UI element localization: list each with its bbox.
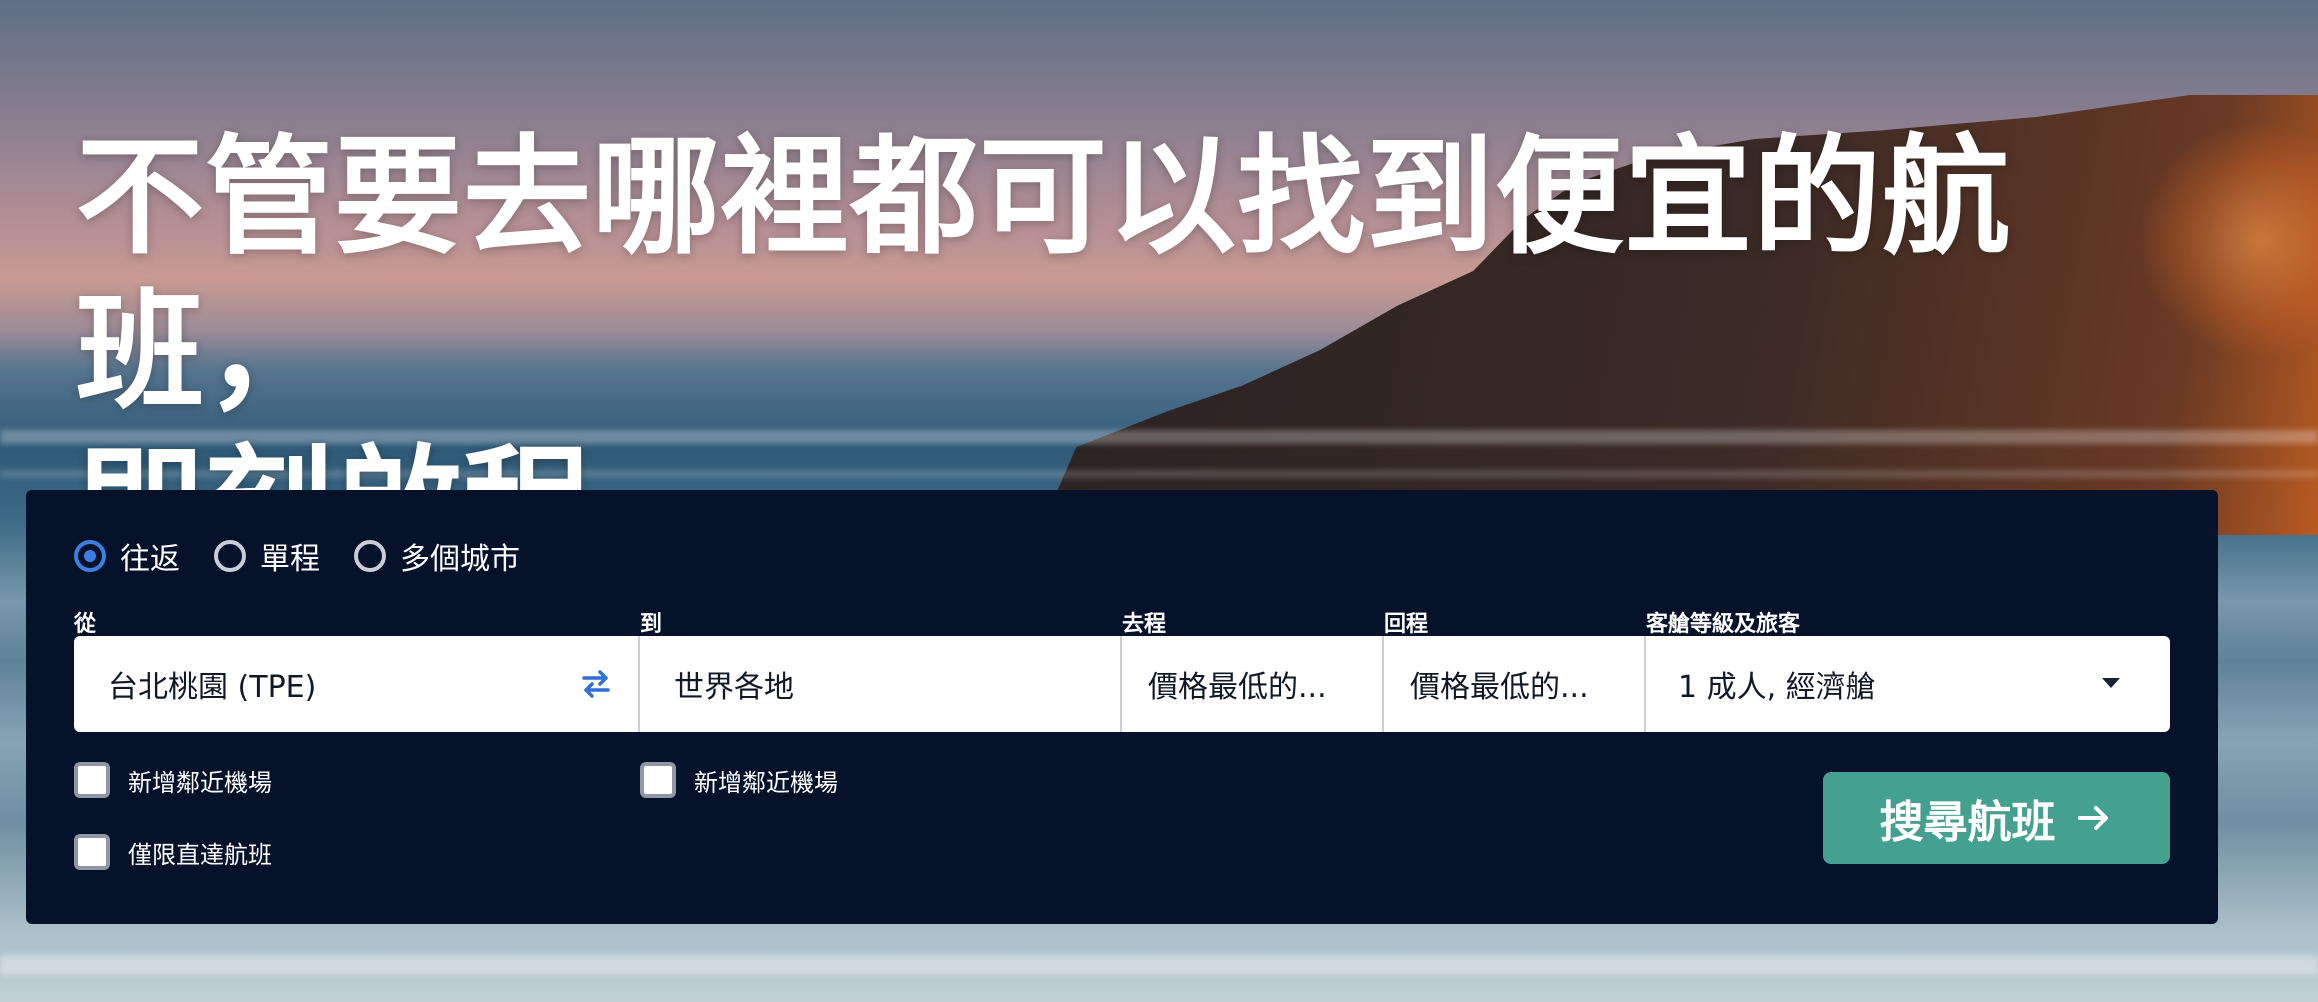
swap-arrows-icon[interactable] <box>578 666 614 702</box>
search-flights-button[interactable]: 搜尋航班 <box>1823 772 2170 864</box>
trip-type-one-way[interactable]: 單程 <box>214 534 320 578</box>
cabin-travellers-field[interactable]: 1 成人, 經濟艙 <box>1646 636 2170 732</box>
return-value: 價格最低的... <box>1410 670 1589 705</box>
return-date-field[interactable]: 價格最低的... <box>1384 636 1646 732</box>
radio-one-way[interactable] <box>214 540 246 572</box>
trip-type-label: 單程 <box>260 542 320 577</box>
to-label: 到 <box>640 612 663 637</box>
from-label: 從 <box>74 612 97 637</box>
arrow-right-icon <box>2077 806 2108 830</box>
cabin-value: 1 成人, 經濟艙 <box>1678 670 1876 705</box>
search-button-label: 搜尋航班 <box>1879 797 2056 848</box>
to-nearby-option[interactable]: 新增鄰近機場 <box>640 762 838 798</box>
to-nearby-label: 新增鄰近機場 <box>694 768 838 797</box>
from-nearby-checkbox[interactable] <box>74 762 110 798</box>
depart-label: 去程 <box>1122 612 1167 637</box>
to-nearby-checkbox[interactable] <box>640 762 676 798</box>
direct-only-option[interactable]: 僅限直達航班 <box>74 834 272 870</box>
from-value: 台北桃園 (TPE) <box>108 670 317 705</box>
trip-type-label: 多個城市 <box>400 542 520 577</box>
to-value: 世界各地 <box>674 670 794 705</box>
surf-line <box>0 955 2318 975</box>
depart-date-field[interactable]: 價格最低的... <box>1122 636 1384 732</box>
trip-type-group: 往返 單程 多個城市 <box>74 534 554 578</box>
cabin-label: 客艙等級及旅客 <box>1646 612 1801 637</box>
depart-value: 價格最低的... <box>1148 670 1327 705</box>
trip-type-multi-city[interactable]: 多個城市 <box>354 534 520 578</box>
radio-multi-city[interactable] <box>354 540 386 572</box>
from-field[interactable]: 台北桃園 (TPE) <box>74 636 640 732</box>
return-label: 回程 <box>1384 612 1429 637</box>
search-fields-bar: 台北桃園 (TPE) 世界各地 價格最低的... 價格最低的... 1 成人, … <box>74 636 2170 732</box>
trip-type-round[interactable]: 往返 <box>74 534 180 578</box>
direct-only-label: 僅限直達航班 <box>128 840 272 869</box>
flight-search-panel: 往返 單程 多個城市 從 到 去程 回程 客艙等級及旅客 台北桃園 (TPE) <box>26 490 2218 924</box>
hero-background: 不管要去哪裡都可以找到便宜的航班， 即刻啟程 往返 單程 多個城市 從 到 去程… <box>0 0 2318 1002</box>
trip-type-label: 往返 <box>120 542 180 577</box>
headline-line-1: 不管要去哪裡都可以找到便宜的航班， <box>76 123 2012 427</box>
direct-only-checkbox[interactable] <box>74 834 110 870</box>
caret-down-icon[interactable] <box>2102 678 2120 688</box>
to-field[interactable]: 世界各地 <box>640 636 1122 732</box>
from-nearby-option[interactable]: 新增鄰近機場 <box>74 762 272 798</box>
from-nearby-label: 新增鄰近機場 <box>128 768 272 797</box>
radio-round-trip[interactable] <box>74 540 106 572</box>
